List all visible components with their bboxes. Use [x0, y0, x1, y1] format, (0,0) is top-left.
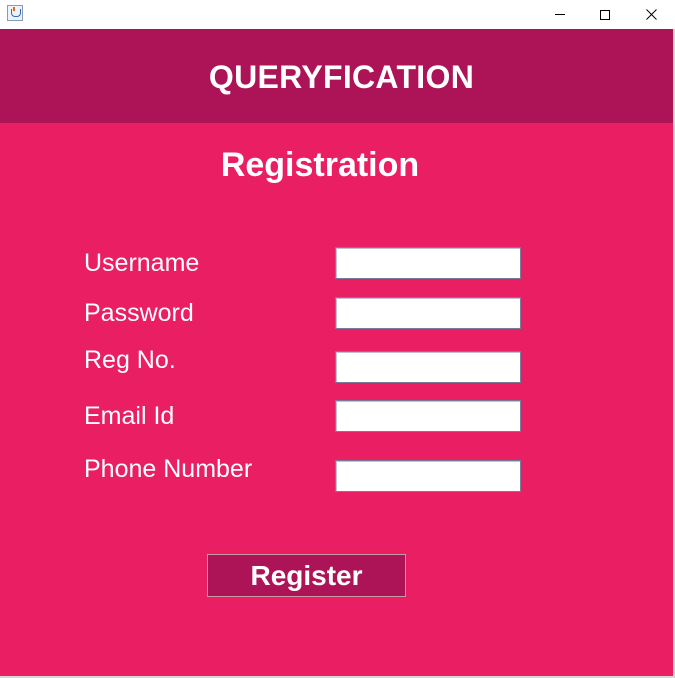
- reg-no-input[interactable]: [335, 351, 521, 383]
- maximize-icon: [600, 9, 610, 20]
- minimize-button[interactable]: [537, 0, 583, 29]
- minimize-icon: [555, 14, 565, 15]
- reg-no-label: Reg No.: [84, 346, 176, 374]
- register-button[interactable]: Register: [207, 554, 406, 597]
- email-input[interactable]: [335, 400, 521, 432]
- maximize-button[interactable]: [582, 0, 628, 29]
- page-title: Registration: [220, 146, 420, 184]
- phone-number-label: Phone Number: [84, 455, 253, 483]
- close-button[interactable]: [628, 0, 674, 29]
- phone-number-input[interactable]: [335, 460, 521, 492]
- close-icon: [645, 9, 657, 20]
- window-titlebar: [0, 0, 675, 29]
- username-input[interactable]: [335, 247, 521, 279]
- password-label: Password: [84, 299, 194, 327]
- app-header: QUERYFICATION: [0, 29, 673, 123]
- java-cup-icon: [7, 5, 23, 21]
- app-title: QUERYFICATION: [208, 58, 475, 95]
- password-input[interactable]: [335, 297, 521, 329]
- username-label: Username: [84, 249, 200, 277]
- email-label: Email Id: [84, 402, 175, 430]
